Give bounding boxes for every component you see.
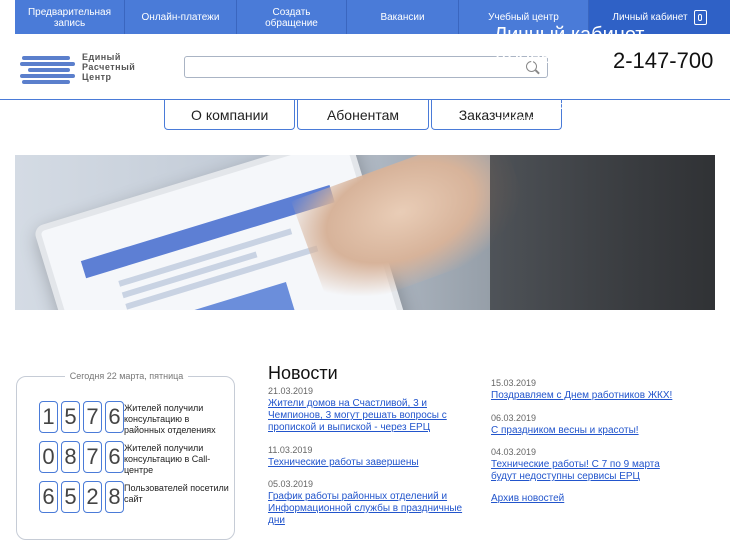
stat-digits: 6 5 2 8 [39,481,124,513]
news-link[interactable]: Жители домов на Счастливой, 3 и Чемпионо… [268,398,468,434]
news-link[interactable]: Технические работы! С 7 по 9 марта будут… [491,459,681,483]
news-date: 15.03.2019 [491,378,537,388]
nav-label: Вакансии [380,12,425,23]
news-item: 05.03.2019 График работы районных отделе… [268,479,468,527]
lock-icon [693,9,707,25]
logo-text: Единый Расчетный Центр [82,52,135,82]
stat-digit: 8 [105,481,124,513]
tab-subscribers[interactable]: Абонентам [297,100,429,130]
logo-line: Единый [82,52,121,62]
nav-label: Предварительная запись [27,6,112,29]
stat-digit: 6 [39,481,58,513]
news-item: 04.03.2019 Технические работы! С 7 по 9 … [491,447,681,483]
personal-cabinet-label: Личный кабинет [612,11,688,23]
logo[interactable]: Единый Расчетный Центр [20,52,152,86]
logo-mark-icon [20,54,77,84]
news-link[interactable]: Поздравляем с Днем работников ЖКХ! [491,390,691,402]
news-date: 11.03.2019 [268,445,313,455]
stat-digit: 6 [105,401,124,433]
news-link[interactable]: С праздником весны и красоты! [491,425,691,437]
nav-label: Онлайн-платежи [141,12,220,23]
tab-about-company[interactable]: О компании [164,100,296,130]
banner-title-line: Личный кабинет [494,24,645,46]
stat-digits: 1 5 7 6 [39,401,124,433]
nav-vacancies[interactable]: Вакансии [347,0,459,34]
stat-digit: 0 [39,441,58,473]
banner-title-line: Абонента [494,46,584,68]
stat-digit: 2 [83,481,102,513]
stat-item: 0 8 7 6 Жителей получили консультацию в … [39,441,229,475]
news-date: 21.03.2019 [268,386,314,396]
nav-create-request[interactable]: Создать обращение [237,0,347,34]
stats-date: Сегодня 22 марта, пятница [17,371,236,381]
news-link[interactable]: График работы районных отделений и Инфор… [268,491,468,527]
logo-line: Расчетный [82,62,136,72]
news-item: 06.03.2019 С праздником весны и красоты! [491,413,691,437]
banner-title: Личный кабинет Абонента [494,24,644,68]
stat-digit: 5 [61,481,80,513]
news-item: 11.03.2019 Технические работы завершены [268,445,468,469]
promo-banner[interactable] [15,155,715,310]
news-heading: Новости [268,363,338,383]
stat-digit: 5 [61,401,80,433]
stat-digit: 6 [105,441,124,473]
stats-panel: Сегодня 22 марта, пятница 1 5 7 6 Жителе… [16,371,235,540]
banner-description: Доступ к данным по лицевым счетам, перед… [494,86,687,140]
news-date: 05.03.2019 [268,479,314,489]
stat-digit: 7 [83,401,102,433]
stat-label: Жителей получили консультацию в Call-цен… [124,443,211,475]
news-item: 15.03.2019 Поздравляем с Днем работников… [491,378,691,402]
news-date: 06.03.2019 [491,413,537,423]
news-date: 04.03.2019 [491,447,537,457]
nav-label: Создать обращение [265,6,318,29]
banner-overlay [490,155,715,310]
stat-item: 1 5 7 6 Жителей получили консультацию в … [39,401,229,435]
nav-label: Учебный центр [488,12,559,23]
stat-digit: 1 [39,401,58,433]
news-item: 21.03.2019 Жители домов на Счастливой, 3… [268,386,468,434]
nav-preliminary-registration[interactable]: Предварительная запись [15,0,125,34]
stat-digit: 7 [83,441,102,473]
news-link[interactable]: Технические работы завершены [268,457,468,469]
stat-digit: 8 [61,441,80,473]
nav-online-payments[interactable]: Онлайн-платежи [125,0,237,34]
stat-digits: 0 8 7 6 [39,441,124,473]
logo-line: Центр [82,72,112,82]
stat-label: Жителей получили консультацию в районных… [124,403,216,435]
stat-item: 6 5 2 8 Пользователей посетили сайт [39,481,229,515]
news-archive-link[interactable]: Архив новостей [491,493,564,504]
stat-label: Пользователей посетили сайт [124,483,229,504]
stats-date-text: Сегодня 22 марта, пятница [64,371,189,381]
